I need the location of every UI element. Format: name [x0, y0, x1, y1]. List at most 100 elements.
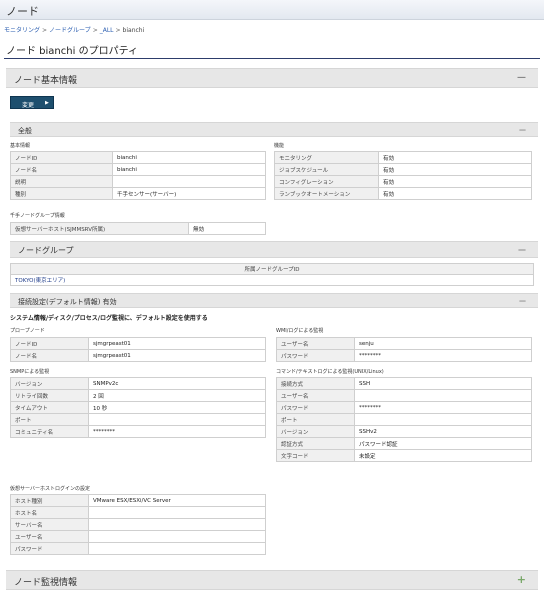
row-value: [88, 530, 266, 543]
row-key: モニタリング: [274, 151, 379, 164]
table-row: コンフィグレーション 有効: [274, 175, 532, 188]
row-key: タイムアウト: [10, 401, 89, 414]
row-value: [354, 389, 532, 402]
function-label: 機能: [274, 143, 285, 149]
table-row: 接続方式 SSH: [276, 377, 532, 390]
table-row: ホスト種別 VMware ESX/ESXi/VC Server: [10, 494, 266, 507]
row-key: ユーザー名: [276, 389, 355, 402]
table-row: ランブックオートメーション 有効: [274, 187, 532, 200]
collapse-icon[interactable]: —: [518, 245, 526, 254]
table-cell: TOKYO(東京エリア): [10, 274, 534, 286]
section-header-connection[interactable]: 接続設定(デフォルト情報) 有効 —: [10, 293, 538, 308]
row-key: 認証方式: [276, 437, 355, 450]
node-group-table: 所属ノードグループID TOKYO(東京エリア): [10, 263, 534, 286]
row-key: ポート: [276, 413, 355, 426]
vhost-label: 仮想サーバーホストログインの設定: [10, 486, 90, 492]
function-table: モニタリング 有効 ジョブスケジュール 有効 コンフィグレーション 有効 ランブックオ…: [274, 151, 532, 200]
section-header-node-basic[interactable]: ノード基本情報 —: [6, 68, 538, 88]
table-row: ユーザー名 senju: [276, 337, 532, 350]
table-row: サーバー名: [10, 518, 266, 531]
command-label: コマンド/テキストログによる監視(UNIX/Linux): [276, 369, 384, 375]
snmp-label: SNMPによる監視: [10, 369, 50, 375]
change-button[interactable]: 変更 ▶: [10, 96, 54, 109]
senju-group-label: 千手ノードグループ情報: [10, 213, 65, 219]
collapse-icon[interactable]: —: [519, 126, 526, 134]
row-key: 仮想サーバーホスト(SJMMSRV所属): [10, 222, 189, 235]
table-row: 文字コード 未設定: [276, 449, 532, 462]
section-header-general[interactable]: 全般 —: [10, 122, 538, 137]
row-value: 千手センサー(サーバー): [112, 187, 266, 200]
row-key: ポート: [10, 413, 89, 426]
vhost-table: ホスト種別 VMware ESX/ESXi/VC Server ホスト名 サーバー…: [10, 494, 266, 555]
row-key: バージョン: [10, 377, 89, 390]
breadcrumb-separator: >: [42, 27, 48, 34]
wmi-table: ユーザー名 senju パスワード ********: [276, 337, 532, 362]
collapse-icon[interactable]: —: [517, 73, 526, 83]
basic-info-label: 基本情報: [10, 143, 31, 149]
table-header-row: 所属ノードグループID: [10, 263, 534, 275]
breadcrumb-monitoring[interactable]: モニタリング: [4, 27, 40, 34]
row-key: ランブックオートメーション: [274, 187, 379, 200]
table-row: ポート: [276, 413, 532, 426]
page-title: ノード bianchi のプロパティ: [6, 46, 138, 57]
proxy-node-table: ノードID sjmgrpeast01 ノード名 sjmgrpeast01: [10, 337, 266, 362]
table-row: ノードID bianchi: [10, 151, 266, 164]
table-row: TOKYO(東京エリア): [10, 274, 534, 286]
breadcrumb-all[interactable]: _ALL: [100, 27, 114, 34]
section-header-node-group[interactable]: ノードグループ —: [10, 241, 538, 258]
row-value: 有効: [378, 163, 532, 176]
collapse-icon[interactable]: —: [519, 297, 526, 305]
section-title: ノード基本情報: [14, 76, 78, 86]
section-title: ノードグループ: [18, 246, 74, 255]
row-key: コミュニティ名: [10, 425, 89, 438]
table-row: ノード名 sjmgrpeast01: [10, 349, 266, 362]
row-value: VMware ESX/ESXi/VC Server: [88, 494, 266, 507]
row-value: sjmgrpeast01: [88, 349, 266, 362]
table-row: ノード名 bianchi: [10, 163, 266, 176]
row-value: 10 秒: [88, 401, 266, 414]
table-row: ホスト名: [10, 506, 266, 519]
row-key: ホスト名: [10, 506, 89, 519]
table-row: ユーザー名: [10, 530, 266, 543]
table-row: 説明: [10, 175, 266, 188]
row-value: パスワード認証: [354, 437, 532, 450]
row-key: リトライ回数: [10, 389, 89, 402]
table-row: 仮想サーバーホスト(SJMMSRV所属) 無効: [10, 222, 266, 235]
node-group-link[interactable]: TOKYO(東京エリア): [15, 278, 65, 284]
table-row: バージョン SNMPv2c: [10, 377, 266, 390]
row-value: [88, 518, 266, 531]
row-key: 接続方式: [276, 377, 355, 390]
table-row: タイムアウト 10 秒: [10, 401, 266, 414]
row-value: 未設定: [354, 449, 532, 462]
basic-info-table: ノードID bianchi ノード名 bianchi 説明 種別 千手センサー(サーバ…: [10, 151, 266, 200]
row-key: ノード名: [10, 163, 113, 176]
row-value: ********: [88, 425, 266, 438]
section-title: 接続設定(デフォルト情報) 有効: [18, 298, 117, 306]
table-row: 種別 千手センサー(サーバー): [10, 187, 266, 200]
table-row: コミュニティ名 ********: [10, 425, 266, 438]
table-row: リトライ回数 2 回: [10, 389, 266, 402]
table-row: ユーザー名: [276, 389, 532, 402]
breadcrumb-separator: >: [92, 27, 98, 34]
section-title: 全般: [18, 127, 32, 135]
row-key: ノード名: [10, 349, 89, 362]
table-row: バージョン SSHv2: [276, 425, 532, 438]
table-row: ジョブスケジュール 有効: [274, 163, 532, 176]
table-row: ノードID sjmgrpeast01: [10, 337, 266, 350]
row-key: 説明: [10, 175, 113, 188]
row-key: 種別: [10, 187, 113, 200]
expand-icon[interactable]: +: [517, 573, 526, 586]
table-row: モニタリング 有効: [274, 151, 532, 164]
proxy-node-label: プロープノード: [10, 328, 45, 334]
row-value: SSH: [354, 377, 532, 390]
snmp-table: バージョン SNMPv2c リトライ回数 2 回 タイムアウト 10 秒 ポート コミ…: [10, 377, 266, 438]
section-header-node-monitoring[interactable]: ノード監視情報 +: [6, 570, 538, 590]
row-value: [354, 413, 532, 426]
change-button-label: 変更: [22, 102, 35, 109]
section-title: ノード監視情報: [14, 578, 78, 588]
breadcrumb-node-group[interactable]: ノードグループ: [49, 27, 91, 34]
default-settings-note: システム情報/ディスク/プロセス/ログ監視に、デフォルト設定を使用する: [10, 315, 208, 322]
row-value: sjmgrpeast01: [88, 337, 266, 350]
row-key: バージョン: [276, 425, 355, 438]
breadcrumb-current: bianchi: [122, 27, 145, 34]
